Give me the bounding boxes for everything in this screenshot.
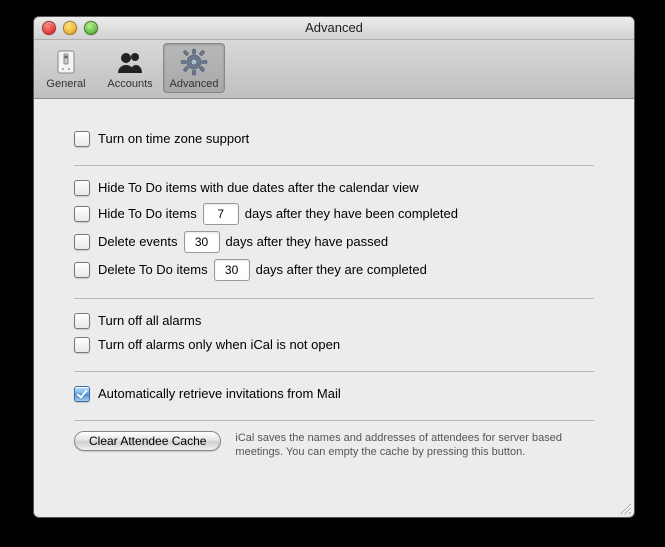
- toolbar-label-general: General: [36, 78, 96, 90]
- checkbox-off-alarms-closed[interactable]: [74, 337, 90, 353]
- gear-icon: [164, 46, 224, 78]
- label-hide-todo-suffix: days after they have been completed: [245, 205, 458, 223]
- close-icon[interactable]: [42, 21, 56, 35]
- row-delete-events: Delete events days after they have passe…: [74, 228, 594, 256]
- people-icon: [100, 46, 160, 78]
- input-delete-events-days[interactable]: [184, 231, 220, 253]
- checkbox-hide-todo-days[interactable]: [74, 206, 90, 222]
- row-hide-todo-due: Hide To Do items with due dates after th…: [74, 176, 594, 200]
- window-controls: [42, 21, 98, 35]
- checkbox-turn-on-timezone[interactable]: [74, 131, 90, 147]
- label-delete-todo-prefix: Delete To Do items: [98, 261, 208, 279]
- minimize-icon[interactable]: [63, 21, 77, 35]
- label-turn-on-timezone: Turn on time zone support: [98, 130, 249, 148]
- label-delete-todo-suffix: days after they are completed: [256, 261, 427, 279]
- row-off-alarms-closed: Turn off alarms only when iCal is not op…: [74, 333, 594, 357]
- label-auto-retrieve-mail: Automatically retrieve invitations from …: [98, 385, 341, 403]
- input-delete-todo-days[interactable]: [214, 259, 250, 281]
- toolbar-item-general[interactable]: General: [35, 43, 97, 93]
- toolbar: General Accounts: [34, 40, 634, 99]
- section-mail: Automatically retrieve invitations from …: [74, 372, 594, 421]
- preferences-window: Advanced General: [33, 16, 635, 518]
- content-pane: Turn on time zone support Hide To Do ite…: [34, 99, 634, 475]
- label-off-all-alarms: Turn off all alarms: [98, 312, 201, 330]
- switch-icon: [36, 46, 96, 78]
- window-title: Advanced: [305, 20, 363, 35]
- checkbox-delete-todo[interactable]: [74, 262, 90, 278]
- checkbox-delete-events[interactable]: [74, 234, 90, 250]
- section-alarms: Turn off all alarms Turn off alarms only…: [74, 299, 594, 372]
- toolbar-label-accounts: Accounts: [100, 78, 160, 90]
- clear-attendee-cache-button[interactable]: Clear Attendee Cache: [74, 431, 221, 451]
- row-delete-todo: Delete To Do items days after they are c…: [74, 256, 594, 284]
- row-turn-on-timezone: Turn on time zone support: [74, 127, 594, 151]
- cache-description: iCal saves the names and addresses of at…: [235, 431, 594, 459]
- checkbox-hide-todo-due[interactable]: [74, 180, 90, 196]
- row-auto-retrieve-mail: Automatically retrieve invitations from …: [74, 382, 594, 406]
- toolbar-item-advanced[interactable]: Advanced: [163, 43, 225, 93]
- resize-grip-icon[interactable]: [618, 501, 632, 515]
- toolbar-label-advanced: Advanced: [164, 78, 224, 90]
- row-off-all-alarms: Turn off all alarms: [74, 309, 594, 333]
- titlebar[interactable]: Advanced: [34, 17, 634, 40]
- row-hide-todo-days: Hide To Do items days after they have be…: [74, 200, 594, 228]
- checkbox-auto-retrieve-mail[interactable]: [74, 386, 90, 402]
- label-hide-todo-prefix: Hide To Do items: [98, 205, 197, 223]
- input-hide-todo-days[interactable]: [203, 203, 239, 225]
- label-hide-todo-due: Hide To Do items with due dates after th…: [98, 179, 419, 197]
- stage: Advanced General: [0, 0, 665, 547]
- label-off-alarms-closed: Turn off alarms only when iCal is not op…: [98, 336, 340, 354]
- section-timezone: Turn on time zone support: [74, 117, 594, 166]
- checkbox-off-all-alarms[interactable]: [74, 313, 90, 329]
- label-delete-events-prefix: Delete events: [98, 233, 178, 251]
- zoom-icon[interactable]: [84, 21, 98, 35]
- label-delete-events-suffix: days after they have passed: [226, 233, 389, 251]
- section-todo: Hide To Do items with due dates after th…: [74, 166, 594, 299]
- section-cache: Clear Attendee Cache iCal saves the name…: [74, 421, 594, 465]
- toolbar-item-accounts[interactable]: Accounts: [99, 43, 161, 93]
